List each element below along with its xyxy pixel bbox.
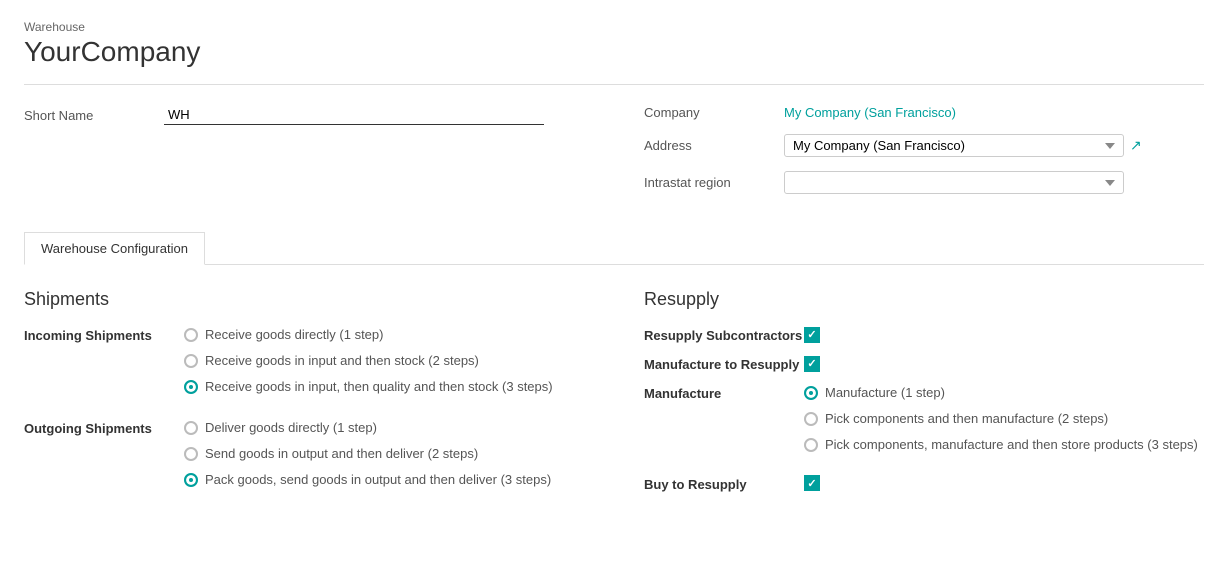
incoming-option-2: Receive goods in input, then quality and… [184,378,584,396]
outgoing-radio-2[interactable] [184,473,198,487]
resupply-subcontractors-checkbox[interactable] [804,327,820,343]
header-divider [24,84,1204,85]
buy-to-resupply-row: Buy to Resupply [644,475,1204,492]
intrastat-label: Intrastat region [644,175,784,190]
manufacture-option-2-label: Pick components, manufacture and then st… [825,436,1198,454]
manufacture-to-resupply-checkbox[interactable] [804,356,820,372]
incoming-radio-0[interactable] [184,328,198,342]
form-left: Short Name [24,105,604,208]
outgoing-option-2: Pack goods, send goods in output and the… [184,471,584,489]
incoming-radio-1[interactable] [184,354,198,368]
short-name-label: Short Name [24,108,164,123]
outgoing-shipments-label: Outgoing Shipments [24,419,184,498]
incoming-shipments-label: Incoming Shipments [24,326,184,405]
page-header: Warehouse YourCompany [24,20,1204,68]
resupply-subcontractors-label: Resupply Subcontractors [644,326,804,343]
resupply-subcontractors-row: Resupply Subcontractors [644,326,1204,343]
manufacture-radio-2[interactable] [804,438,818,452]
incoming-shipments-group: Incoming Shipments Receive goods directl… [24,326,584,405]
outgoing-radio-1[interactable] [184,447,198,461]
resupply-subcontractors-control [804,326,1204,343]
incoming-options: Receive goods directly (1 step) Receive … [184,326,584,405]
manufacture-option-0-label: Manufacture (1 step) [825,384,945,402]
short-name-value [164,105,604,125]
manufacture-to-resupply-row: Manufacture to Resupply [644,355,1204,372]
company-label: Company [644,105,784,120]
company-link[interactable]: My Company (San Francisco) [784,105,956,120]
manufacture-options: Manufacture (1 step) Pick components and… [804,384,1204,463]
form-section: Short Name Company My Company (San Franc… [24,105,1204,208]
incoming-option-0: Receive goods directly (1 step) [184,326,584,344]
outgoing-option-1-label: Send goods in output and then deliver (2… [205,445,478,463]
manufacture-option-2: Pick components, manufacture and then st… [804,436,1204,454]
address-select[interactable]: My Company (San Francisco) [784,134,1124,157]
resupply-section: Resupply Resupply Subcontractors Manufac… [644,289,1204,511]
address-label: Address [644,138,784,153]
address-value: My Company (San Francisco) ↗ [784,134,1204,157]
company-row: Company My Company (San Francisco) [644,105,1204,120]
outgoing-options: Deliver goods directly (1 step) Send goo… [184,419,584,498]
page-subtitle: Warehouse [24,20,1204,34]
address-external-link-icon[interactable]: ↗ [1130,137,1142,154]
outgoing-option-0: Deliver goods directly (1 step) [184,419,584,437]
buy-to-resupply-checkbox[interactable] [804,475,820,491]
intrastat-value [784,171,1204,194]
short-name-row: Short Name [24,105,604,125]
manufacture-to-resupply-control [804,355,1204,372]
manufacture-radio-0[interactable] [804,386,818,400]
manufacture-to-resupply-label: Manufacture to Resupply [644,355,804,372]
address-select-wrapper: My Company (San Francisco) ↗ [784,134,1204,157]
tab-warehouse-configuration[interactable]: Warehouse Configuration [24,232,205,265]
incoming-option-0-label: Receive goods directly (1 step) [205,326,383,344]
buy-to-resupply-control [804,475,1204,492]
buy-to-resupply-label: Buy to Resupply [644,475,804,492]
address-row: Address My Company (San Francisco) ↗ [644,134,1204,157]
intrastat-select[interactable] [784,171,1124,194]
outgoing-option-1: Send goods in output and then deliver (2… [184,445,584,463]
outgoing-shipments-group: Outgoing Shipments Deliver goods directl… [24,419,584,498]
manufacture-option-0: Manufacture (1 step) [804,384,1204,402]
manufacture-label: Manufacture [644,384,804,401]
shipments-section: Shipments Incoming Shipments Receive goo… [24,289,584,511]
shipments-title: Shipments [24,289,584,310]
incoming-option-2-label: Receive goods in input, then quality and… [205,378,553,396]
incoming-radio-2[interactable] [184,380,198,394]
manufacture-radio-1[interactable] [804,412,818,426]
form-right: Company My Company (San Francisco) Addre… [644,105,1204,208]
intrastat-row: Intrastat region [644,171,1204,194]
outgoing-option-0-label: Deliver goods directly (1 step) [205,419,377,437]
page-title: YourCompany [24,36,1204,68]
resupply-title: Resupply [644,289,1204,310]
incoming-option-1: Receive goods in input and then stock (2… [184,352,584,370]
short-name-input[interactable] [164,105,544,125]
incoming-option-1-label: Receive goods in input and then stock (2… [205,352,479,370]
manufacture-row: Manufacture Manufacture (1 step) Pick co… [644,384,1204,463]
manufacture-option-1-label: Pick components and then manufacture (2 … [825,410,1108,428]
outgoing-option-2-label: Pack goods, send goods in output and the… [205,471,551,489]
manufacture-option-1: Pick components and then manufacture (2 … [804,410,1204,428]
outgoing-radio-0[interactable] [184,421,198,435]
config-section: Shipments Incoming Shipments Receive goo… [24,289,1204,511]
tabs-bar: Warehouse Configuration [24,232,1204,265]
company-value: My Company (San Francisco) [784,105,1204,120]
